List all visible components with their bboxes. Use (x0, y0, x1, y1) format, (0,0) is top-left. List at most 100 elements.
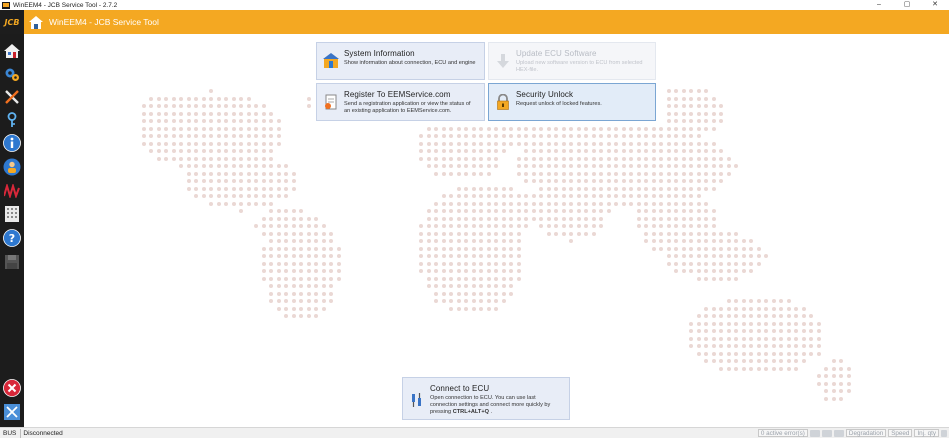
map-dot (816, 336, 821, 341)
map-dot (216, 186, 221, 191)
map-dot (794, 366, 798, 371)
sidebar-help-icon[interactable]: ? (3, 229, 21, 247)
inj-qty-indicator: Inj. qty (914, 429, 939, 437)
sidebar-gears-icon[interactable] (3, 65, 21, 83)
map-dot (269, 201, 273, 206)
map-dot (711, 126, 716, 131)
map-dot (569, 179, 573, 183)
map-dot (156, 141, 161, 146)
map-dot (629, 164, 633, 168)
map-dot (329, 276, 333, 281)
minimize-button[interactable]: – (865, 0, 893, 10)
system-information-tile[interactable]: System Information Show information abou… (316, 42, 485, 80)
sidebar-grid-icon[interactable] (3, 205, 21, 223)
map-dot (291, 179, 296, 183)
map-dot (846, 374, 851, 378)
close-window-button[interactable]: ✕ (921, 0, 949, 10)
map-dot (531, 156, 536, 161)
sidebar-home-icon[interactable] (3, 42, 21, 60)
security-unlock-tile[interactable]: Security Unlock Request unlock of locked… (488, 83, 656, 121)
map-dot (269, 224, 273, 228)
map-dot (726, 329, 731, 333)
map-dot (644, 164, 648, 168)
map-dot (299, 261, 303, 266)
map-dot (426, 231, 431, 236)
map-dot (561, 149, 566, 153)
map-dot (659, 239, 663, 243)
map-dot (299, 269, 303, 273)
connect-to-ecu-tile[interactable]: Connect to ECU Open connection to ECU. Y… (402, 377, 570, 420)
sidebar-person-icon[interactable] (3, 158, 21, 176)
map-dot (674, 179, 678, 183)
active-errors-indicator[interactable]: 0 active error(s) (757, 429, 808, 437)
map-dot (509, 134, 513, 138)
map-dot (726, 254, 731, 258)
map-dot (269, 231, 273, 236)
map-dot (606, 201, 611, 206)
map-dot (231, 111, 236, 116)
map-dot (816, 329, 821, 333)
map-dot (509, 231, 513, 236)
window-title: WinEEM4 - JCB Service Tool - 2.7.2 (13, 1, 118, 9)
map-dot (689, 336, 693, 341)
map-dot (261, 201, 266, 206)
map-dot (336, 246, 341, 251)
map-dot (194, 164, 198, 168)
map-dot (209, 119, 213, 123)
map-dot (771, 321, 776, 326)
sidebar-disk-icon[interactable] (3, 253, 21, 271)
map-dot (246, 171, 251, 176)
map-dot (569, 201, 573, 206)
map-dot (149, 96, 153, 101)
map-dot (831, 396, 836, 401)
sidebar-waveform-icon[interactable] (3, 182, 21, 200)
map-dot (419, 134, 423, 138)
map-dot (554, 141, 558, 146)
map-dot (749, 366, 753, 371)
map-dot (674, 246, 678, 251)
update-ecu-software-tile[interactable]: Update ECU Software Upload new software … (488, 42, 656, 80)
map-dot (269, 156, 273, 161)
map-dot (681, 119, 686, 123)
map-dot (254, 119, 258, 123)
map-dot (674, 126, 678, 131)
map-dot (704, 119, 708, 123)
sidebar-tools-icon[interactable] (3, 88, 21, 106)
map-dot (546, 149, 551, 153)
map-dot (509, 194, 513, 198)
map-dot (636, 224, 641, 228)
map-dot (419, 231, 423, 236)
map-dot (741, 261, 746, 266)
map-dot (276, 126, 281, 131)
map-dot (734, 321, 738, 326)
map-dot (441, 141, 446, 146)
sidebar-close-icon[interactable] (3, 379, 21, 397)
map-dot (201, 156, 206, 161)
sidebar-info-icon[interactable] (3, 134, 21, 152)
map-dot (666, 119, 671, 123)
map-dot (689, 156, 693, 161)
map-dot (299, 314, 303, 318)
map-dot (749, 351, 753, 356)
map-dot (696, 186, 701, 191)
map-dot (696, 96, 701, 101)
sidebar-minimize-window-icon[interactable] (3, 403, 21, 421)
map-dot (711, 111, 716, 116)
maximize-button[interactable]: ▢ (893, 0, 921, 10)
sidebar-key-icon[interactable] (3, 111, 21, 129)
home-icon[interactable] (29, 15, 43, 29)
map-dot (494, 224, 498, 228)
map-dot (471, 291, 476, 296)
map-dot (659, 231, 663, 236)
map-dot (231, 119, 236, 123)
map-dot (441, 291, 446, 296)
map-dot (659, 126, 663, 131)
status-bar: BUS Disconnected 0 active error(s) Degra… (0, 427, 949, 438)
map-dot (809, 336, 813, 341)
map-dot (599, 209, 603, 213)
map-dot (201, 96, 206, 101)
map-dot (651, 149, 656, 153)
register-eemservice-tile[interactable]: Register To EEMService.com Send a regist… (316, 83, 485, 121)
map-dot (299, 246, 303, 251)
map-dot (704, 314, 708, 318)
